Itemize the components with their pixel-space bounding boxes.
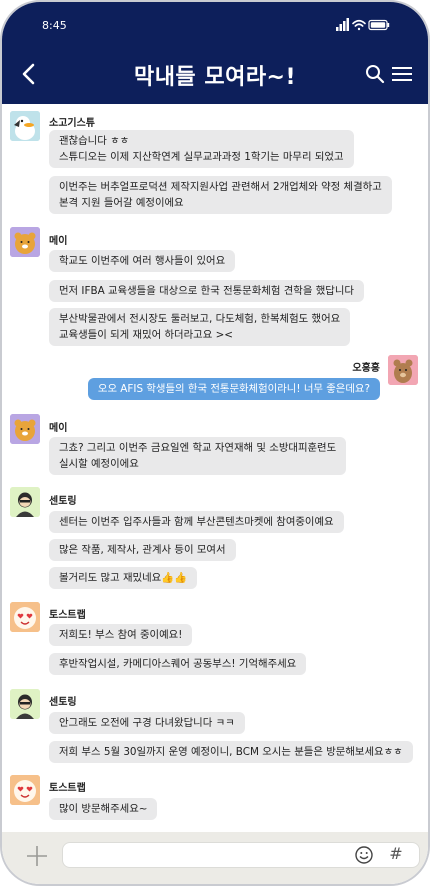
message-bubble[interactable]: 부산박물관에서 전시장도 둘러보고, 다도체험, 한복체험도 했어요 교육생들이… bbox=[49, 308, 351, 346]
sender-name: 토스트랩 bbox=[49, 610, 86, 621]
search-icon[interactable] bbox=[364, 63, 386, 85]
sender-name: 오홍홍 bbox=[352, 363, 380, 374]
chat-messages[interactable]: 소고기스튜 괜찮습니다 ㅎㅎ 스튜디오는 이제 지산학연계 실무교과과정 1학기… bbox=[2, 104, 428, 832]
message-bubble[interactable]: 안그래도 오전에 구경 다녀왔답니다 ㅋㅋ bbox=[49, 712, 245, 734]
avatar-heart-eyes[interactable] bbox=[10, 775, 40, 805]
message-bubble[interactable]: 센터는 이번주 입주사들과 함께 부산콘텐츠마켓에 참여중이예요 bbox=[49, 511, 344, 533]
smile-icon[interactable] bbox=[354, 845, 374, 865]
message-bubble[interactable]: 먼저 IFBA 교육생들을 대상으로 한국 전통문화체험 견학을 했답니다 bbox=[49, 280, 364, 302]
menu-icon[interactable] bbox=[390, 64, 414, 84]
chat-header: 8:45 막내들 모여라~! bbox=[2, 2, 428, 104]
message-bubble[interactable]: 저희도! 부스 참여 중이예요! bbox=[49, 624, 193, 646]
avatar-person[interactable] bbox=[10, 487, 40, 517]
sender-name: 소고기스튜 bbox=[49, 118, 95, 129]
back-button[interactable] bbox=[18, 62, 40, 86]
avatar-duck[interactable] bbox=[10, 111, 40, 141]
phone-frame: 8:45 막내들 모여라~! 소고기스튜 괜찮습니다 ㅎㅎ 스튜디오는 이제 지… bbox=[0, 0, 430, 886]
avatar-ryan[interactable] bbox=[10, 227, 40, 257]
message-bubble[interactable]: 학교도 이번주에 여러 행사들이 있어요 bbox=[49, 250, 236, 272]
plus-icon[interactable] bbox=[24, 843, 50, 869]
message-bubble[interactable]: 많은 작품, 제작사, 관계사 등이 모여서 bbox=[49, 539, 236, 561]
sender-name: 메이 bbox=[49, 423, 68, 434]
message-bubble[interactable]: 이번주는 버추얼프로덕션 제작지원사업 관련해서 2개업체와 약정 체결하고 본… bbox=[49, 176, 392, 214]
battery-icon bbox=[368, 19, 390, 31]
input-bar: # bbox=[2, 832, 428, 884]
status-icons bbox=[336, 18, 390, 31]
avatar-bear[interactable] bbox=[388, 355, 418, 385]
my-message-bubble[interactable]: 오오 AFIS 학생들의 한국 전통문화체험이라니! 너무 좋은데요? bbox=[87, 378, 380, 400]
avatar-person[interactable] bbox=[10, 689, 40, 719]
message-bubble[interactable]: 저희 부스 5월 30일까지 운영 예정이니, BCM 오시는 분들은 방문해보… bbox=[49, 741, 413, 763]
message-bubble[interactable]: 괜찮습니다 ㅎㅎ 스튜디오는 이제 지산학연계 실무교과과정 1학기는 마무리 … bbox=[49, 130, 354, 168]
signal-icon bbox=[336, 18, 349, 31]
message-bubble[interactable]: 후반작업시설, 카메디아스퀘어 공동부스! 기억해주세요 bbox=[49, 653, 307, 675]
sender-name: 센토링 bbox=[49, 496, 77, 507]
message-bubble[interactable]: 많이 방문해주세요~ bbox=[49, 798, 158, 820]
sender-name: 토스트랩 bbox=[49, 783, 86, 794]
avatar-ryan[interactable] bbox=[10, 414, 40, 444]
wifi-icon bbox=[352, 19, 366, 31]
message-bubble[interactable]: 그쵸? 그리고 이번주 금요일엔 학교 자연재해 및 소방대피훈련도 실시할 예… bbox=[49, 437, 347, 475]
sender-name: 센토링 bbox=[49, 697, 77, 708]
chat-title: 막내들 모여라~! bbox=[133, 65, 297, 90]
hashtag-button[interactable]: # bbox=[387, 844, 405, 864]
sender-name: 메이 bbox=[49, 236, 68, 247]
message-bubble[interactable]: 볼거리도 많고 재밌네요👍👍 bbox=[49, 567, 198, 589]
status-time: 8:45 bbox=[42, 19, 67, 32]
avatar-heart-eyes[interactable] bbox=[10, 602, 40, 632]
